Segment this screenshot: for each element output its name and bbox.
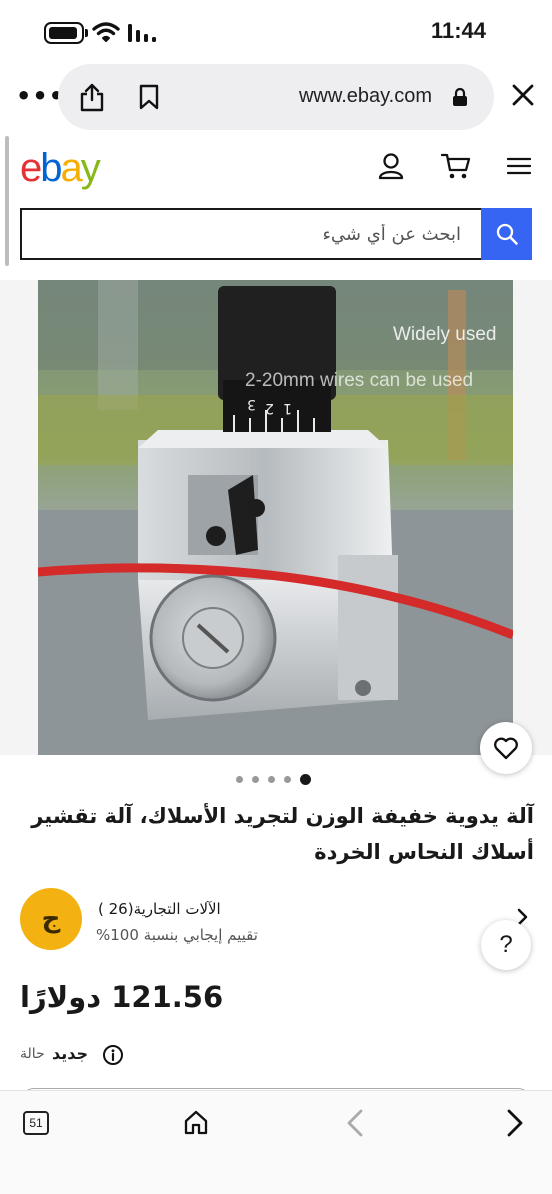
user-icon[interactable] [378,152,404,180]
product-price: 121.56 دولارًا [20,980,224,1014]
site-header: ebay [0,136,552,266]
ebay-logo[interactable]: ebay [20,142,101,194]
status-time: 11:44 [430,18,486,43]
heart-icon [494,737,518,760]
scroll-indicator [5,136,9,266]
search-icon [496,223,518,245]
carousel-dot[interactable] [268,776,275,783]
search-bar [20,208,532,260]
condition-label: حالة [20,1046,45,1062]
item-condition: حالة جديد [20,1040,150,1070]
url-text[interactable]: www.ebay.com [299,85,432,108]
help-button[interactable]: ? [481,920,531,970]
address-pill[interactable]: www.ebay.com [58,64,494,130]
seller-card[interactable]: ج الآلات التجارية(26 ) تقييم إيجابي بنسب… [20,886,532,950]
product-photo[interactable]: 3 2 1 [38,280,513,755]
info-icon[interactable] [102,1044,124,1066]
search-button[interactable] [481,208,532,260]
seller-name-line[interactable]: الآلات التجارية(26 ) [98,900,221,918]
image-overlay-text: 2-20mm wires can be used [245,370,474,391]
seller-avatar: ج [20,888,82,950]
battery-icon [44,22,84,44]
carousel-dots [236,774,311,785]
back-arrow-icon[interactable] [346,1109,364,1137]
product-image-carousel[interactable]: 3 2 1 Widely used 2-20mm wires can be us… [0,280,552,755]
carousel-dot[interactable] [284,776,291,783]
watchlist-button[interactable] [480,722,532,774]
tabs-button[interactable]: 51 [23,1111,49,1135]
bookmark-icon[interactable] [138,84,160,110]
cart-icon[interactable] [441,152,471,180]
image-overlay-text: Widely used [393,324,497,345]
wifi-icon [92,22,120,42]
cellular-signal-icon [128,24,156,42]
battery-tip [85,29,88,37]
hamburger-menu-icon[interactable] [507,156,531,176]
home-icon[interactable] [183,1109,209,1135]
condition-value: جديد [52,1044,89,1063]
carousel-dot[interactable] [236,776,243,783]
lock-icon [453,87,467,106]
svg-text:3: 3 [247,396,256,412]
browser-url-bar: ••• www.ebay.com [0,64,552,130]
share-icon[interactable] [78,82,106,112]
product-title: آلة يدوية خفيفة الوزن لتجريد الأسلاك، آل… [31,804,534,864]
seller-feedback: تقييم إيجابي بنسبة 100% [96,926,258,944]
seller-name: الآلات التجارية [133,900,221,918]
status-bar: 11:44 [0,0,552,64]
seller-feedback-count: (26 ) [98,900,134,918]
svg-text:1: 1 [283,400,292,416]
browser-toolbar: 51 [0,1090,552,1194]
svg-text:2: 2 [265,400,274,416]
carousel-dot-active[interactable] [300,774,311,785]
carousel-dot[interactable] [252,776,259,783]
forward-arrow-icon[interactable] [506,1109,524,1137]
close-icon[interactable] [510,82,536,108]
search-input[interactable] [20,208,481,260]
